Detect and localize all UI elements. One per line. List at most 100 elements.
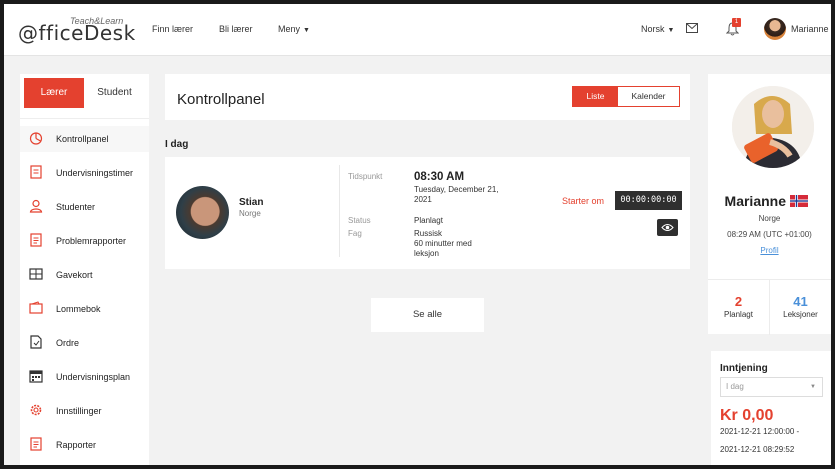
sidebar-item-label: Undervisningstimer (56, 168, 134, 178)
eye-icon (661, 224, 674, 231)
notification-badge: 1 (732, 18, 741, 27)
divider (20, 118, 149, 119)
logo-tagline: Teach&Learn (70, 16, 124, 26)
sidebar-item-label: Problemrapporter (56, 236, 127, 246)
starts-in-label: Starter om (562, 196, 605, 206)
page-title: Kontrollpanel (177, 91, 265, 108)
pie-chart-icon (29, 132, 43, 145)
lessons-label: Leksjoner (783, 310, 818, 319)
dashboard-header: Kontrollpanel Liste Kalender (165, 74, 690, 120)
lesson-duration: 60 minutter med leksjon (414, 239, 472, 258)
earnings-period-select[interactable]: I dag ▼ (720, 377, 823, 397)
nav-menu-dropdown[interactable]: Meny ▼ (278, 24, 310, 34)
sidebar-item-reports[interactable]: Rapporter (20, 432, 149, 458)
profile-photo[interactable] (732, 86, 814, 168)
sidebar-item-label: Rapporter (56, 440, 97, 450)
stat-lessons[interactable]: 41 Leksjoner (770, 294, 831, 319)
section-heading-today: I dag (165, 139, 189, 150)
top-navbar: @fficeDesk Teach&Learn Finn lærer Bli læ… (4, 4, 831, 56)
sidebar-item-gift-cards[interactable]: Gavekort (20, 262, 149, 288)
earnings-period-value: I dag (726, 382, 744, 391)
sidebar-item-label: Ordre (56, 338, 80, 348)
sidebar-item-settings[interactable]: Innstillinger (20, 398, 149, 424)
profile-name: Marianne (724, 193, 786, 209)
lesson-date: Tuesday, December 21, 2021 (414, 185, 499, 204)
earnings-range-start: 2021-12-21 12:00:00 - (720, 427, 800, 436)
mail-icon[interactable] (686, 23, 698, 33)
chevron-down-icon: ▼ (810, 384, 816, 390)
earnings-amount: Kr 0,00 (720, 407, 774, 424)
sidebar-item-label: Innstillinger (56, 406, 102, 416)
lessons-count: 41 (793, 294, 808, 309)
user-avatar[interactable] (764, 18, 786, 40)
sidebar-item-students[interactable]: Studenter (20, 194, 149, 220)
view-toggle: Liste Kalender (572, 86, 680, 107)
sidebar-item-label: Kontrollpanel (56, 134, 109, 144)
role-toggle: Lærer Student (24, 78, 145, 108)
nav-find-teacher[interactable]: Finn lærer (152, 24, 193, 34)
student-country: Norge (239, 209, 261, 218)
student-name[interactable]: Stian (239, 197, 263, 208)
sidebar-item-label: Gavekort (56, 270, 93, 280)
lesson-subject: Russisk (414, 229, 443, 238)
list-view-button[interactable]: Liste (573, 87, 618, 106)
wallet-icon (29, 301, 43, 314)
document-icon (30, 165, 42, 179)
nav-become-teacher[interactable]: Bli lærer (219, 24, 253, 34)
app-window: @fficeDesk Teach&Learn Finn lærer Bli læ… (4, 4, 831, 465)
role-student-button[interactable]: Student (84, 78, 145, 108)
lesson-time: 08:30 AM (414, 171, 465, 183)
earnings-range-end: 2021-12-21 08:29:52 (720, 445, 795, 454)
user-icon (29, 199, 43, 213)
order-icon (30, 335, 42, 349)
sidebar-item-dashboard[interactable]: Kontrollpanel (20, 126, 149, 152)
subject-label: Fag (348, 229, 362, 238)
calendar-icon (29, 370, 43, 383)
profile-local-time: 08:29 AM (UTC +01:00) (727, 230, 812, 239)
logo[interactable]: @fficeDesk Teach&Learn (18, 16, 135, 46)
lesson-status: Planlagt (414, 216, 443, 225)
chevron-down-icon: ▼ (667, 27, 675, 34)
sidebar-item-problem-reports[interactable]: Problemrapporter (20, 228, 149, 254)
gear-icon (30, 404, 42, 416)
user-menu[interactable]: Marianne▼ (791, 24, 831, 34)
time-label: Tidspunkt (348, 172, 383, 181)
sidebar-item-label: Studenter (56, 202, 96, 212)
nav-menu-label: Meny (278, 24, 301, 34)
stats-card: 2 Planlagt 41 Leksjoner (708, 279, 831, 335)
chevron-down-icon: ▼ (303, 27, 310, 34)
earnings-card: Inntjening I dag ▼ Kr 0,00 2021-12-21 12… (711, 351, 831, 465)
sidebar-item-wallet[interactable]: Lommebok (20, 296, 149, 322)
planned-count: 2 (734, 294, 743, 309)
student-avatar[interactable] (176, 186, 229, 239)
language-select[interactable]: Norsk ▼ (641, 24, 674, 34)
notifications-button[interactable]: 1 (726, 18, 742, 38)
report-icon (30, 437, 42, 451)
sidebar: Lærer Student Kontrollpanel Undervisning… (20, 74, 149, 465)
sidebar-item-orders[interactable]: Ordre (20, 330, 149, 356)
countdown-timer: 00:00:00:00 (615, 191, 682, 210)
sidebar-item-lessons[interactable]: Undervisningstimer (20, 160, 149, 186)
sidebar-item-label: Lommebok (56, 304, 101, 314)
lesson-card: Stian Norge Tidspunkt 08:30 AM Tuesday, … (165, 157, 690, 269)
role-teacher-button[interactable]: Lærer (24, 78, 84, 108)
planned-label: Planlagt (724, 310, 753, 319)
profile-country: Norge (758, 214, 781, 223)
calendar-view-button[interactable]: Kalender (618, 87, 679, 106)
earnings-title: Inntjening (720, 363, 768, 374)
profile-link[interactable]: Profil (708, 246, 831, 255)
language-label: Norsk (641, 24, 665, 34)
status-label: Status (348, 216, 371, 225)
view-lesson-button[interactable] (657, 219, 678, 236)
report-icon (30, 233, 42, 247)
divider (339, 165, 340, 257)
user-name: Marianne (791, 24, 829, 34)
see-all-button[interactable]: Se alle (371, 298, 484, 332)
sidebar-item-label: Undervisningsplan (56, 372, 131, 382)
stat-planned[interactable]: 2 Planlagt (708, 294, 769, 319)
norway-flag-icon (790, 195, 808, 207)
profile-portrait (732, 86, 814, 168)
sidebar-item-teaching-plan[interactable]: Undervisningsplan (20, 364, 149, 390)
profile-card: Marianne Norge 08:29 AM (UTC +01:00) Pro… (708, 74, 831, 279)
gift-card-icon (29, 268, 43, 280)
